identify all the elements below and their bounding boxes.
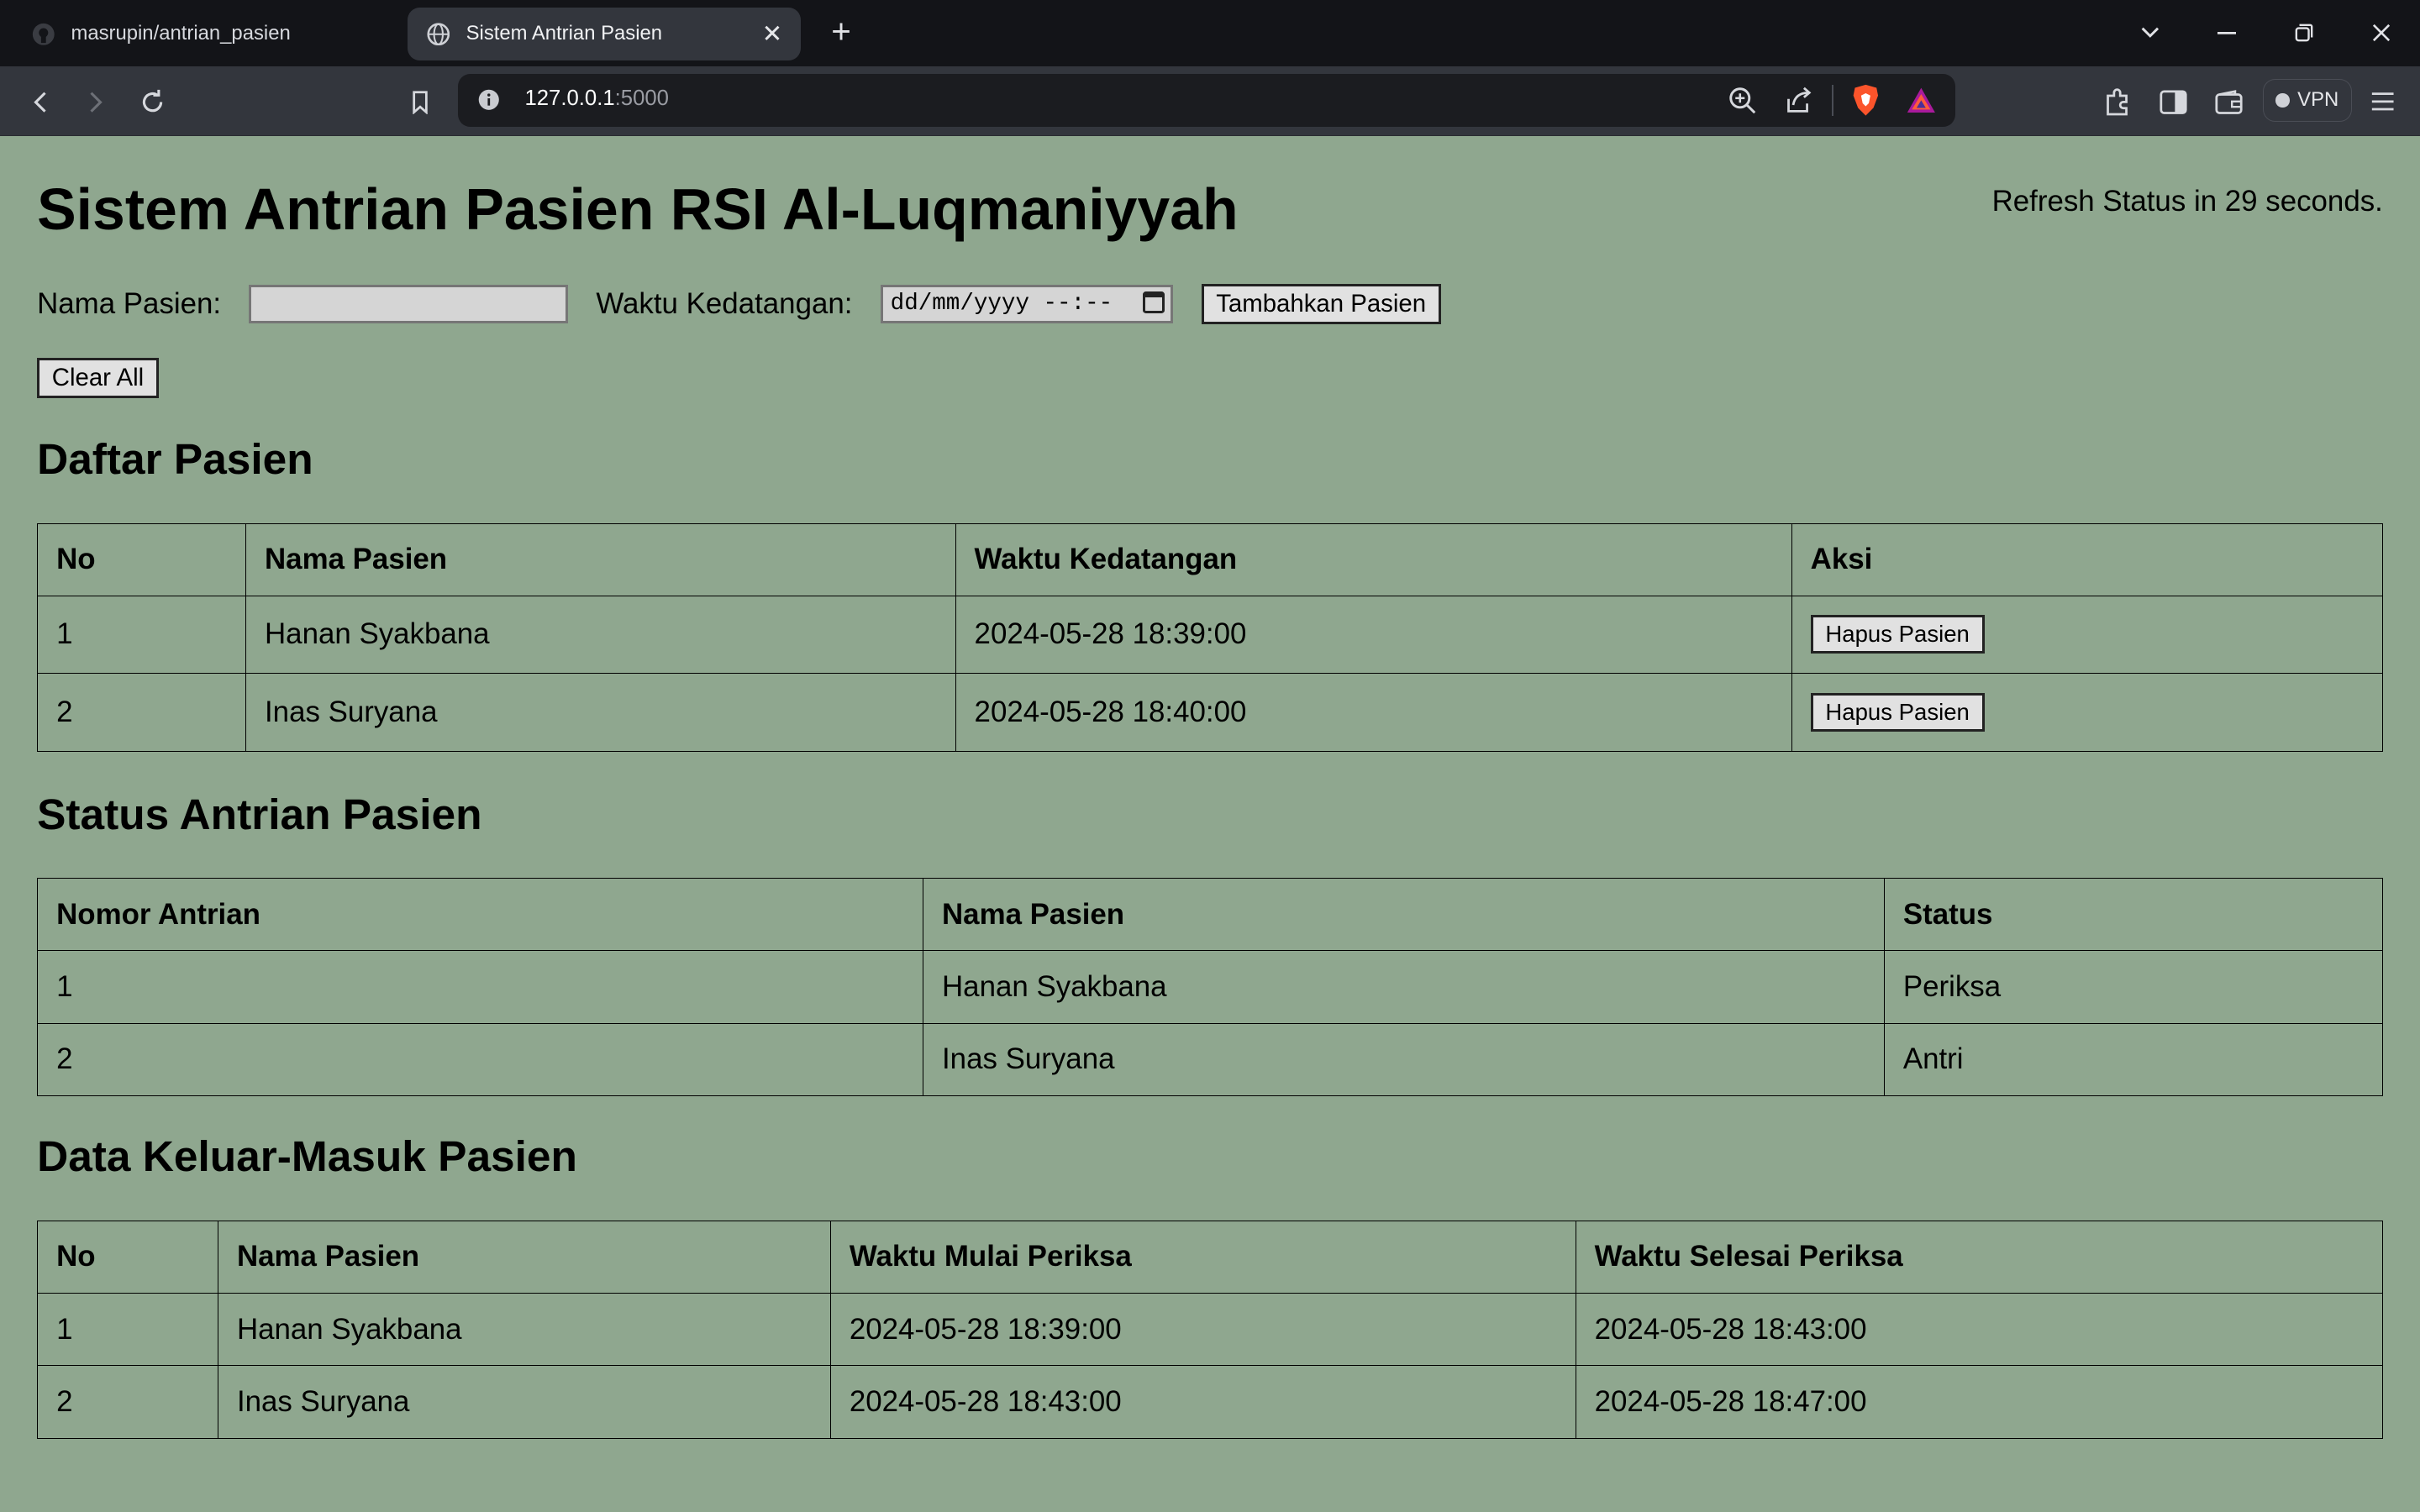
close-tab-icon[interactable]: ✕ [762, 19, 783, 49]
column-header: Nomor Antrian [37, 878, 923, 952]
cell-nama: Hanan Syakbana [217, 1293, 831, 1367]
name-label: Nama Pasien: [37, 286, 222, 320]
column-header: Status [1883, 878, 2383, 952]
address-bar[interactable]: 127.0.0.1:5000 [458, 74, 1956, 127]
minimize-button[interactable] [2191, 0, 2262, 66]
table-header-row: No Nama Pasien Waktu Kedatangan Aksi [37, 522, 2383, 596]
menu-icon[interactable] [2363, 81, 2403, 122]
table-row: 2 Inas Suryana Antri [37, 1022, 2383, 1096]
cell-nomor: 2 [37, 1022, 923, 1096]
cell-nama: Inas Suryana [922, 1022, 1885, 1096]
daftar-table: No Nama Pasien Waktu Kedatangan Aksi 1 H… [37, 522, 2383, 753]
tab-label: Sistem Antrian Pasien [466, 22, 663, 45]
reload-icon[interactable] [133, 81, 173, 122]
vpn-button[interactable]: VPN [2262, 78, 2353, 123]
table-row: 2 Inas Suryana 2024-05-28 18:40:00 Hapus… [37, 672, 2383, 753]
table-row: 2 Inas Suryana 2024-05-28 18:43:00 2024-… [37, 1365, 2383, 1439]
status-table: Nomor Antrian Nama Pasien Status 1 Hanan… [37, 878, 2383, 1096]
name-input[interactable] [249, 284, 569, 323]
column-header: No [37, 1220, 218, 1294]
cell-selesai: 2024-05-28 18:47:00 [1575, 1365, 2383, 1439]
column-header: Nama Pasien [217, 1220, 831, 1294]
table-row: 1 Hanan Syakbana 2024-05-28 18:39:00 Hap… [37, 595, 2383, 674]
url-text: 127.0.0.1:5000 [524, 87, 669, 111]
arrival-time-label: Waktu Kedatangan: [596, 286, 853, 320]
delete-patient-button[interactable]: Hapus Pasien [1810, 693, 1985, 732]
cell-waktu: 2024-05-28 18:40:00 [955, 672, 1792, 753]
calendar-icon[interactable] [1143, 291, 1165, 314]
tab-label: masrupin/antrian_pasien [71, 22, 291, 45]
cell-no: 1 [37, 595, 246, 674]
site-info-icon[interactable] [477, 88, 501, 118]
arrival-time-placeholder: dd/mm/yyyy --:-- [890, 291, 1113, 318]
clear-all-button[interactable]: Clear All [37, 358, 159, 398]
cell-mulai: 2024-05-28 18:43:00 [829, 1365, 1576, 1439]
sidebar-icon[interactable] [2153, 81, 2193, 122]
tab-github[interactable]: masrupin/antrian_pasien [13, 8, 398, 60]
cell-selesai: 2024-05-28 18:43:00 [1575, 1293, 2383, 1367]
close-window-button[interactable] [2346, 0, 2417, 66]
extensions-icon[interactable] [2099, 81, 2139, 122]
delete-patient-button[interactable]: Hapus Pasien [1810, 615, 1985, 654]
column-header: Aksi [1791, 522, 2383, 596]
bookmark-icon[interactable] [400, 81, 440, 122]
back-icon[interactable] [20, 81, 60, 122]
github-icon [31, 22, 55, 46]
column-header: Waktu Selesai Periksa [1575, 1220, 2383, 1294]
column-header: Nama Pasien [245, 522, 956, 596]
cell-nama: Hanan Syakbana [245, 595, 956, 674]
table-row: 1 Hanan Syakbana 2024-05-28 18:39:00 202… [37, 1293, 2383, 1367]
cell-aksi: Hapus Pasien [1791, 672, 2383, 753]
keluarmasuk-heading: Data Keluar-Masuk Pasien [37, 1131, 577, 1181]
cell-no: 2 [37, 672, 246, 753]
chevron-down-icon[interactable] [2114, 0, 2185, 66]
refresh-status: Refresh Status in 29 seconds. [1991, 185, 2383, 218]
forward-icon[interactable] [76, 81, 116, 122]
table-row: 1 Hanan Syakbana Periksa [37, 950, 2383, 1024]
share-icon[interactable] [1784, 87, 1813, 121]
cell-nama: Hanan Syakbana [922, 950, 1885, 1024]
url-port: :5000 [614, 86, 669, 110]
keluarmasuk-table: No Nama Pasien Waktu Mulai Periksa Waktu… [37, 1220, 2383, 1439]
arrival-time-input[interactable]: dd/mm/yyyy --:-- [880, 284, 1174, 323]
new-tab-button[interactable]: + [824, 13, 858, 48]
vpn-label: VPN [2297, 88, 2339, 112]
restore-button[interactable] [2269, 0, 2339, 66]
daftar-heading: Daftar Pasien [37, 434, 313, 484]
add-patient-button[interactable]: Tambahkan Pasien [1201, 283, 1441, 324]
column-header: No [37, 522, 246, 596]
page-title: Sistem Antrian Pasien RSI Al-Luqmaniyyah [37, 176, 1239, 243]
column-header: Waktu Kedatangan [955, 522, 1792, 596]
url-host: 127.0.0.1 [524, 86, 615, 110]
cell-nama: Inas Suryana [217, 1365, 831, 1439]
column-header: Waktu Mulai Periksa [829, 1220, 1576, 1294]
cell-status: Antri [1883, 1022, 2383, 1096]
brave-shields-icon[interactable] [1850, 83, 1881, 123]
cell-status: Periksa [1883, 950, 2383, 1024]
cell-no: 2 [37, 1365, 218, 1439]
cell-aksi: Hapus Pasien [1791, 595, 2383, 674]
add-patient-form: Nama Pasien: Waktu Kedatangan: dd/mm/yyy… [37, 283, 1441, 324]
brave-rewards-icon[interactable] [1906, 85, 1937, 123]
cell-nomor: 1 [37, 950, 923, 1024]
divider [1832, 84, 1833, 116]
tab-strip: masrupin/antrian_pasien Sistem Antrian P… [0, 0, 2420, 66]
vpn-status-icon [2275, 93, 2290, 108]
wallet-icon[interactable] [2208, 81, 2249, 122]
table-header-row: No Nama Pasien Waktu Mulai Periksa Waktu… [37, 1220, 2383, 1294]
zoom-icon[interactable] [1728, 87, 1756, 121]
cell-nama: Inas Suryana [245, 672, 956, 753]
browser-window: masrupin/antrian_pasien Sistem Antrian P… [0, 0, 2420, 1512]
browser-toolbar: 127.0.0.1:5000 VPN [0, 66, 2420, 136]
cell-no: 1 [37, 1293, 218, 1367]
cell-mulai: 2024-05-28 18:39:00 [829, 1293, 1576, 1367]
globe-icon [426, 22, 450, 46]
status-heading: Status Antrian Pasien [37, 789, 482, 838]
cell-waktu: 2024-05-28 18:39:00 [955, 595, 1792, 674]
tab-sistem-antrian[interactable]: Sistem Antrian Pasien ✕ [407, 8, 802, 60]
table-header-row: Nomor Antrian Nama Pasien Status [37, 878, 2383, 952]
column-header: Nama Pasien [922, 878, 1885, 952]
page-content: Sistem Antrian Pasien RSI Al-Luqmaniyyah… [0, 135, 2420, 1512]
